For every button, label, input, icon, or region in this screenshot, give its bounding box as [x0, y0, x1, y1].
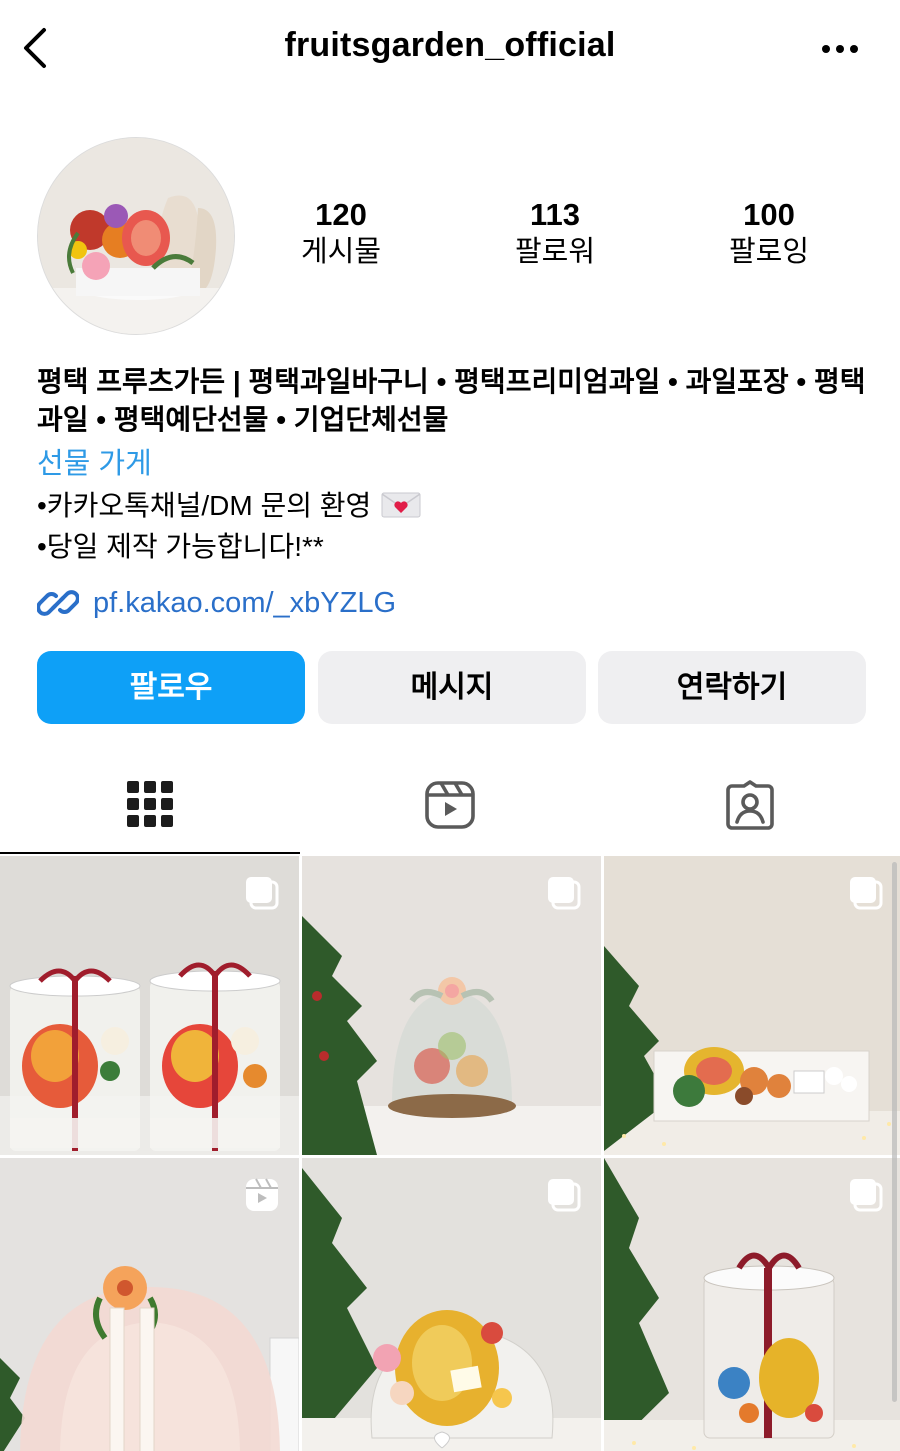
bio-name: 평택 프루츠가든 | 평택과일바구니 • 평택프리미엄과일 • 과일포장 • 평…	[37, 366, 866, 435]
post-thumbnail[interactable]	[0, 1158, 299, 1451]
post-thumbnail[interactable]	[302, 856, 601, 1155]
avatar-image	[38, 138, 234, 334]
post-thumbnail[interactable]	[604, 856, 900, 1155]
reels-icon	[425, 781, 475, 829]
following-label: 팔로잉	[728, 236, 810, 268]
carousel-icon	[548, 877, 581, 910]
stat-posts[interactable]: 120 게시물	[241, 196, 441, 270]
tab-posts-grid[interactable]	[0, 758, 300, 854]
more-options-button[interactable]	[818, 34, 862, 64]
stat-followers[interactable]: 113 팔로워	[455, 196, 655, 270]
posts-grid	[0, 854, 900, 1451]
followers-count: 113	[529, 197, 580, 232]
top-bar: fruitsgarden_official	[0, 0, 900, 100]
bio-line-1-text: •카카오톡채널/DM 문의 환영	[37, 490, 372, 521]
bio-link-text[interactable]: pf.kakao.com/_xbYZLG	[93, 582, 396, 624]
more-horizontal-icon	[822, 45, 858, 53]
bio-line-1: •카카오톡채널/DM 문의 환영	[37, 487, 877, 525]
followers-label: 팔로워	[514, 236, 596, 268]
scrollbar[interactable]	[892, 862, 897, 1402]
contact-button[interactable]: 연락하기	[598, 651, 866, 724]
love-letter-icon	[381, 492, 421, 518]
profile-avatar[interactable]	[37, 137, 235, 335]
tagged-icon	[726, 780, 774, 830]
posts-count: 120	[315, 197, 367, 232]
link-icon	[37, 590, 79, 616]
carousel-icon	[850, 1179, 883, 1212]
tab-reels[interactable]	[300, 758, 600, 852]
posts-label: 게시물	[300, 236, 382, 268]
post-thumbnail[interactable]	[604, 1158, 900, 1451]
profile-username: fruitsgarden_official	[284, 26, 616, 64]
stat-following[interactable]: 100 팔로잉	[669, 196, 869, 270]
carousel-icon	[850, 877, 883, 910]
post-thumbnail[interactable]	[0, 856, 299, 1155]
bio-category[interactable]: 선물 가게	[37, 445, 877, 483]
following-count: 100	[743, 197, 795, 232]
message-button[interactable]: 메시지	[318, 651, 586, 724]
grid-icon	[127, 781, 173, 827]
reels-icon	[246, 1178, 278, 1211]
follow-button[interactable]: 팔로우	[37, 651, 305, 724]
bio-line-2: •당일 제작 가능합니다!**	[37, 531, 324, 562]
tab-tagged[interactable]	[600, 758, 900, 852]
post-thumbnail[interactable]	[302, 1158, 601, 1451]
carousel-icon	[246, 877, 279, 910]
carousel-icon	[548, 1179, 581, 1212]
profile-tabs	[0, 758, 900, 854]
